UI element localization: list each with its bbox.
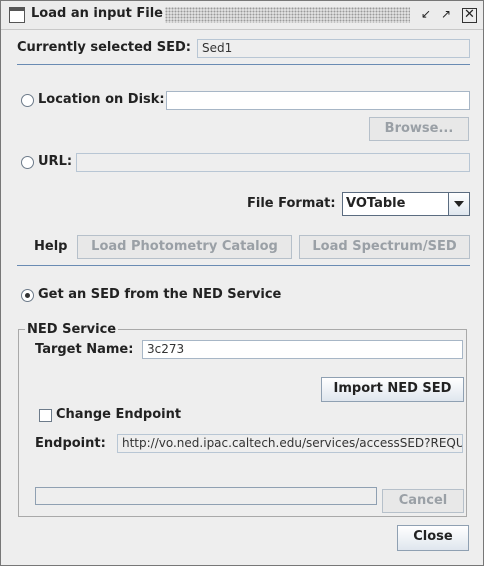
minimize-icon[interactable]: ↙ bbox=[418, 6, 434, 22]
location-on-disk-radio[interactable] bbox=[21, 94, 34, 107]
load-input-file-dialog: Load an input File ↙ ↗ ✕ Currently selec… bbox=[0, 0, 484, 566]
close-window-icon[interactable]: ✕ bbox=[462, 8, 477, 23]
location-on-disk-input[interactable] bbox=[166, 91, 470, 110]
load-photometry-catalog-button[interactable]: Load Photometry Catalog bbox=[77, 235, 292, 259]
url-input[interactable] bbox=[76, 153, 470, 172]
help-link[interactable]: Help bbox=[34, 239, 67, 254]
import-ned-sed-button[interactable]: Import NED SED bbox=[321, 377, 464, 402]
url-label: URL: bbox=[38, 154, 73, 169]
separator bbox=[17, 265, 470, 266]
browse-button[interactable]: Browse... bbox=[369, 117, 469, 141]
maximize-icon[interactable]: ↗ bbox=[438, 6, 454, 22]
ned-service-radio-label: Get an SED from the NED Service bbox=[38, 287, 282, 302]
location-on-disk-label: Location on Disk: bbox=[38, 92, 165, 107]
separator bbox=[17, 64, 470, 65]
ned-service-group-title: NED Service bbox=[25, 322, 119, 337]
file-format-value: VOTable bbox=[346, 196, 406, 211]
window-menu-icon[interactable] bbox=[9, 7, 25, 23]
title-bar[interactable]: Load an input File ↙ ↗ ✕ bbox=[1, 1, 483, 30]
endpoint-input[interactable]: http://vo.ned.ipac.caltech.edu/services/… bbox=[117, 434, 463, 453]
load-spectrum-sed-button[interactable]: Load Spectrum/SED bbox=[299, 235, 470, 259]
endpoint-label: Endpoint: bbox=[35, 436, 106, 451]
close-button[interactable]: Close bbox=[397, 525, 469, 551]
title-bar-grip[interactable] bbox=[165, 7, 410, 23]
progress-bar bbox=[35, 487, 377, 505]
ned-service-radio[interactable] bbox=[21, 289, 34, 302]
change-endpoint-label: Change Endpoint bbox=[56, 407, 182, 422]
current-sed-field: Sed1 bbox=[197, 39, 470, 58]
current-sed-label: Currently selected SED: bbox=[17, 40, 191, 55]
cancel-button[interactable]: Cancel bbox=[382, 489, 464, 513]
file-format-select[interactable]: VOTable bbox=[342, 192, 470, 216]
target-name-input[interactable]: 3c273 bbox=[142, 340, 463, 359]
url-radio[interactable] bbox=[21, 156, 34, 169]
chevron-down-icon[interactable] bbox=[448, 193, 469, 215]
window-title: Load an input File bbox=[31, 6, 163, 21]
change-endpoint-checkbox[interactable] bbox=[39, 409, 52, 422]
file-format-label: File Format: bbox=[247, 196, 336, 211]
target-name-label: Target Name: bbox=[35, 342, 134, 357]
